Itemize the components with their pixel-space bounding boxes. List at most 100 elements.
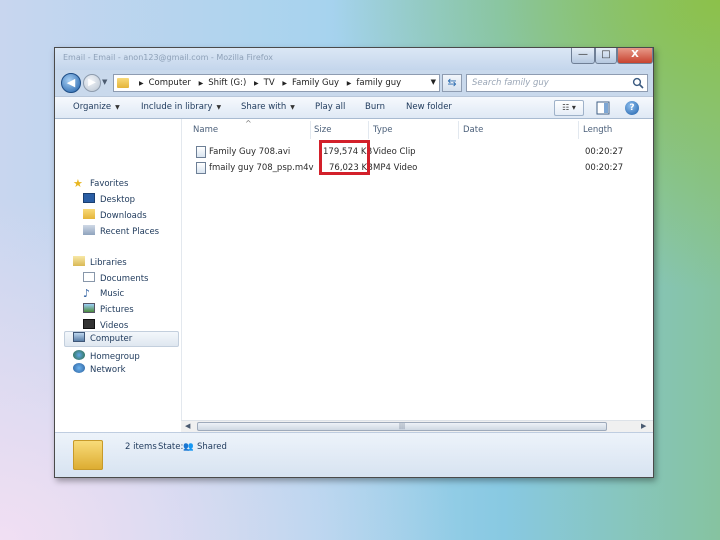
nav-network-label: Network (90, 365, 126, 375)
breadcrumb-separator-icon[interactable]: ▶ (282, 80, 287, 87)
chevron-down-icon: ▼ (290, 104, 295, 111)
music-icon: ♪ (83, 287, 91, 300)
nav-recent-places[interactable]: Recent Places (83, 225, 159, 237)
nav-downloads-label: Downloads (100, 211, 147, 221)
folder-icon (117, 78, 129, 88)
address-bar[interactable]: ▶ Computer ▶ Shift (G:) ▶ TV ▶ Family Guy ▶ f… (113, 74, 440, 92)
column-divider[interactable] (578, 121, 579, 139)
column-divider[interactable] (310, 121, 311, 139)
scroll-right-icon[interactable]: ▶ (641, 422, 646, 430)
refresh-icon: ⇆ (447, 76, 457, 89)
nav-music[interactable]: ♪ Music (83, 287, 125, 300)
address-row: ◀ ▶ ▼ ▶ Computer ▶ Shift (G:) ▶ TV ▶ Family … (55, 70, 653, 96)
video-file-icon (196, 146, 206, 158)
share-with-button[interactable]: Share with ▼ (241, 102, 295, 112)
maximize-button[interactable]: □ (595, 48, 617, 64)
column-divider[interactable] (458, 121, 459, 139)
star-icon: ★ (73, 177, 83, 190)
recent-places-icon (83, 225, 95, 235)
file-row[interactable]: Family Guy 708.avi 179,574 KB Video Clip… (182, 144, 654, 160)
back-button[interactable]: ◀ (61, 73, 81, 93)
network-icon (73, 363, 85, 373)
help-button[interactable]: ? (625, 101, 639, 115)
video-file-icon (196, 162, 206, 174)
breadcrumb-separator-icon[interactable]: ▶ (254, 80, 259, 87)
preview-pane-button[interactable] (596, 101, 610, 115)
file-type: Video Clip (373, 147, 416, 157)
play-all-button[interactable]: Play all (315, 102, 345, 112)
breadcrumb-separator-icon[interactable]: ▶ (347, 80, 352, 87)
nav-pictures-label: Pictures (100, 305, 134, 315)
sort-ascending-icon: ^ (245, 119, 252, 128)
homegroup-icon (73, 350, 85, 360)
address-dropdown-icon[interactable]: ▼ (431, 78, 436, 86)
breadcrumb-separator-icon[interactable]: ▶ (199, 80, 204, 87)
nav-computer[interactable]: Computer (73, 332, 132, 344)
scrollbar-thumb[interactable]: ||| (197, 422, 607, 431)
column-type[interactable]: Type (373, 125, 393, 135)
minimize-button[interactable]: — (571, 48, 595, 64)
computer-icon (73, 332, 85, 342)
scroll-left-icon[interactable]: ◀ (185, 422, 190, 430)
details-pane: 2 items State: 👥 Shared (55, 432, 653, 477)
column-size[interactable]: Size (314, 125, 331, 135)
window-title: Email - Email - anon123@gmail.com - Mozi… (63, 53, 273, 62)
breadcrumb-drive[interactable]: Shift (G:) (208, 78, 246, 88)
change-view-button[interactable]: ☷ ▾ (554, 100, 584, 116)
folder-icon (73, 440, 103, 470)
file-name: fmaily guy 708_psp.m4v (209, 163, 314, 173)
forward-button[interactable]: ▶ (83, 74, 101, 92)
view-list-icon: ☷ ▾ (562, 103, 576, 112)
nav-music-label: Music (100, 289, 125, 299)
nav-pictures[interactable]: Pictures (83, 303, 134, 315)
organize-label: Organize (73, 102, 112, 112)
nav-network[interactable]: Network (73, 363, 126, 375)
refresh-button[interactable]: ⇆ (442, 74, 462, 92)
breadcrumb-separator-icon[interactable]: ▶ (139, 80, 144, 87)
state-label: State: (158, 442, 184, 452)
file-list: ^ Name Size Type Date Length Family Guy … (181, 119, 653, 432)
nav-videos-label: Videos (100, 321, 129, 331)
breadcrumb-family-guy-folder[interactable]: family guy (356, 78, 401, 88)
new-folder-button[interactable]: New folder (406, 102, 452, 112)
nav-favorites[interactable]: ★ Favorites (73, 177, 129, 190)
chevron-down-icon: ▼ (115, 104, 120, 111)
arrow-left-icon: ◀ (66, 76, 76, 89)
burn-button[interactable]: Burn (365, 102, 385, 112)
breadcrumb-tv[interactable]: TV (264, 78, 275, 88)
nav-homegroup[interactable]: Homegroup (73, 350, 140, 362)
pictures-icon (83, 303, 95, 313)
breadcrumb-computer[interactable]: Computer (149, 78, 191, 88)
file-row[interactable]: fmaily guy 708_psp.m4v 76,023 KB MP4 Vid… (182, 160, 654, 176)
column-divider[interactable] (368, 121, 369, 139)
column-date[interactable]: Date (463, 125, 483, 135)
chevron-down-icon: ▼ (216, 104, 222, 111)
breadcrumb: ▶ Computer ▶ Shift (G:) ▶ TV ▶ Family Guy ▶ f… (134, 78, 401, 88)
organize-button[interactable]: Organize ▼ (73, 102, 120, 112)
search-input[interactable]: Search family guy (472, 78, 549, 88)
nav-libraries[interactable]: Libraries (73, 256, 127, 268)
explorer-window: Email - Email - anon123@gmail.com - Mozi… (54, 47, 654, 478)
nav-videos[interactable]: Videos (83, 319, 128, 331)
include-in-library-button[interactable]: Include in library ▼ (141, 102, 221, 112)
nav-homegroup-label: Homegroup (90, 352, 140, 362)
search-box[interactable]: Search family guy (466, 74, 648, 92)
column-length[interactable]: Length (583, 125, 612, 135)
state-value: Shared (197, 442, 227, 452)
nav-downloads[interactable]: Downloads (83, 209, 147, 221)
arrow-right-icon: ▶ (88, 77, 96, 88)
horizontal-scrollbar[interactable]: ◀ ||| ▶ (181, 420, 653, 432)
history-dropdown-icon[interactable]: ▼ (102, 78, 107, 86)
include-in-library-label: Include in library (141, 102, 213, 112)
nav-favorites-label: Favorites (90, 179, 129, 189)
documents-icon (83, 272, 95, 282)
nav-desktop[interactable]: Desktop (83, 193, 135, 205)
share-with-label: Share with (241, 102, 287, 112)
title-bar[interactable]: Email - Email - anon123@gmail.com - Mozi… (55, 48, 653, 70)
navigation-pane: ★ Favorites Desktop Downloads Recent Plac… (55, 119, 181, 432)
nav-documents[interactable]: Documents (83, 272, 148, 284)
close-button[interactable]: X (617, 48, 653, 64)
column-name[interactable]: Name (193, 125, 218, 135)
command-bar: Organize ▼ Include in library ▼ Share with… (55, 96, 653, 119)
breadcrumb-family-guy[interactable]: Family Guy (292, 78, 339, 88)
